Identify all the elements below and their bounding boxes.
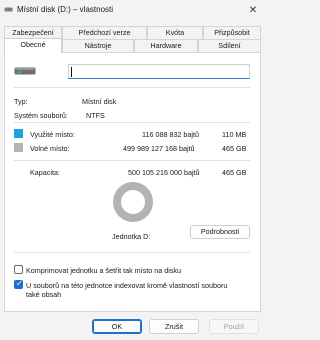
ok-button[interactable]: OK [92, 319, 142, 334]
tab-kvota[interactable]: Kvóta [147, 26, 203, 39]
filesystem-value: NTFS [86, 111, 105, 120]
index-label-line2: také obsah [26, 290, 62, 299]
type-value: Místní disk [82, 97, 117, 106]
capacity-bytes: 500 105 216 000 bajtů [128, 168, 200, 177]
free-space-bytes: 499 989 127 168 bajtů [123, 144, 195, 153]
capacity-size: 465 GB [222, 168, 247, 177]
used-space-bytes: 116 088 832 bajtů [142, 130, 200, 139]
drive-icon [4, 7, 13, 12]
compress-label: Komprimovat jednotku a šetřit tak místo … [26, 266, 181, 275]
free-space-ring [113, 182, 153, 222]
free-space-label: Volné místo: [30, 144, 70, 153]
filesystem-label: Systém souborů: [14, 111, 68, 120]
index-checkbox[interactable]: ✓ [14, 279, 23, 289]
divider [14, 87, 250, 88]
text-caret [71, 67, 72, 77]
window-title: Místní disk (D:) – vlastnosti [17, 5, 114, 14]
close-icon: ✕ [248, 4, 258, 16]
title-bar: Místní disk (D:) – vlastnosti ✕ [0, 0, 265, 20]
drive-name-input[interactable] [68, 64, 250, 79]
tab-nastroje[interactable]: Nástroje [62, 39, 134, 52]
tab-predchozi-verze[interactable]: Předchozí verze [62, 26, 147, 39]
tab-obecne[interactable]: Obecné [4, 38, 62, 53]
details-button[interactable]: Podrobnosti [190, 225, 250, 239]
divider [14, 252, 250, 253]
apply-button[interactable]: Použít [209, 319, 259, 334]
type-label: Typ: [14, 97, 28, 106]
drive-icon [14, 67, 36, 75]
capacity-label: Kapacita: [30, 168, 60, 177]
used-space-swatch [14, 129, 23, 138]
used-space-label: Využité místo: [30, 130, 75, 139]
index-label-line1: U souborů na této jednotce indexovat kro… [26, 281, 228, 290]
free-space-swatch [14, 143, 23, 152]
tab-sdileni[interactable]: Sdílení [198, 39, 261, 52]
disk-usage-donut [113, 182, 153, 222]
divider [14, 160, 250, 161]
used-space-size: 110 MB [222, 130, 247, 139]
tab-prizpusobit[interactable]: Přizpůsobit [203, 26, 261, 39]
close-button[interactable]: ✕ [244, 2, 262, 18]
cancel-button[interactable]: Zrušit [149, 319, 199, 334]
compress-checkbox[interactable] [14, 265, 23, 274]
drive-letter-label: Jednotka D: [112, 232, 151, 241]
free-space-size: 465 GB [222, 144, 247, 153]
divider [14, 122, 250, 123]
tab-hardware[interactable]: Hardware [134, 39, 198, 52]
